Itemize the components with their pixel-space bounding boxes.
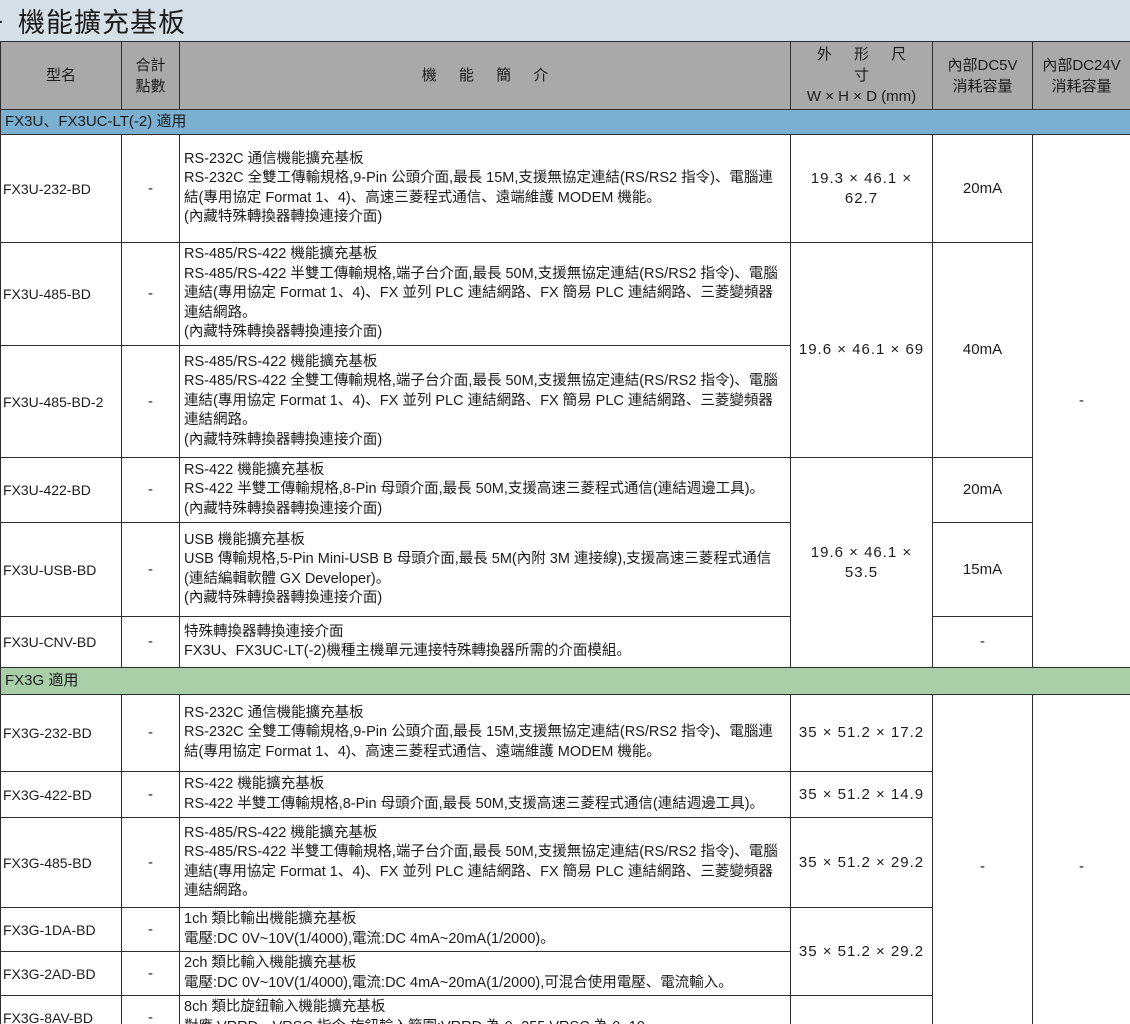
function-description: 2ch 類比輸入機能擴充基板 電壓:DC 0V~10V(1/4000),電流:D… — [180, 952, 791, 996]
table-row: FX3U-CNV-BD - 特殊轉換器轉換連接介面 FX3U、FX3UC-LT(… — [1, 617, 1130, 668]
total-points: - — [122, 458, 180, 523]
dc5v-consumption: 20mA — [933, 458, 1033, 523]
function-description: RS-485/RS-422 機能擴充基板 RS-485/RS-422 半雙工傳輸… — [180, 818, 791, 908]
function-description: RS-485/RS-422 機能擴充基板 RS-485/RS-422 全雙工傳輸… — [180, 346, 791, 458]
total-points: - — [122, 772, 180, 818]
total-points: - — [122, 135, 180, 243]
dimensions: 35 × 51.2 × 29.2 — [791, 908, 933, 996]
table-row: FX3U-USB-BD - USB 機能擴充基板 USB 傳輸規格,5-Pin … — [1, 523, 1130, 617]
total-points: - — [122, 908, 180, 952]
table-row: FX3U-485-BD - RS-485/RS-422 機能擴充基板 RS-48… — [1, 243, 1130, 346]
dc24v-consumption: - — [1033, 135, 1130, 668]
model-name: FX3G-232-BD — [1, 695, 122, 772]
total-points: - — [122, 695, 180, 772]
col-header-model: 型名 — [1, 42, 122, 110]
function-description: 特殊轉換器轉換連接介面 FX3U、FX3UC-LT(-2)機種主機單元連接特殊轉… — [180, 617, 791, 668]
dc5v-consumption: - — [933, 617, 1033, 668]
dc5v-consumption: - — [933, 695, 1033, 1024]
dimensions: 19.6 × 46.1 × 69 — [791, 243, 933, 458]
total-points: - — [122, 952, 180, 996]
title-bullet-icon: ‐ — [0, 5, 4, 36]
section-header-fx3u: FX3U、FX3UC-LT(-2) 適用 — [1, 110, 1130, 135]
function-description: USB 機能擴充基板 USB 傳輸規格,5-Pin Mini-USB B 母頭介… — [180, 523, 791, 617]
table-row: FX3U-422-BD - RS-422 機能擴充基板 RS-422 半雙工傳輸… — [1, 458, 1130, 523]
col-header-dc24v: 內部DC24V 消耗容量 — [1033, 42, 1130, 110]
total-points: - — [122, 617, 180, 668]
dimensions: 35 × 51.2 × 17.2 — [791, 695, 933, 772]
model-name: FX3U-CNV-BD — [1, 617, 122, 668]
dimensions: 19.6 × 46.1 × 53.5 — [791, 458, 933, 668]
dimensions — [791, 996, 933, 1024]
page-title: 機能擴充基板 — [18, 1, 186, 40]
function-description: RS-422 機能擴充基板 RS-422 半雙工傳輸規格,8-Pin 母頭介面,… — [180, 458, 791, 523]
col-header-dimensions: 外 形 尺 寸 W × H × D (mm) — [791, 42, 933, 110]
model-name: FX3U-422-BD — [1, 458, 122, 523]
total-points: - — [122, 996, 180, 1024]
model-name: FX3U-232-BD — [1, 135, 122, 243]
function-description: RS-232C 通信機能擴充基板 RS-232C 全雙工傳輸規格,9-Pin 公… — [180, 135, 791, 243]
col-header-points: 合計 點數 — [122, 42, 180, 110]
total-points: - — [122, 346, 180, 458]
function-description: RS-485/RS-422 機能擴充基板 RS-485/RS-422 半雙工傳輸… — [180, 243, 791, 346]
catalog-page: ‐ 機能擴充基板 型名 合計 點數 機 能 簡 介 外 形 尺 寸 W × H … — [0, 0, 1130, 1024]
table-row: FX3G-232-BD - RS-232C 通信機能擴充基板 RS-232C 全… — [1, 695, 1130, 772]
section-header-fx3g: FX3G 適用 — [1, 668, 1130, 695]
model-name: FX3U-USB-BD — [1, 523, 122, 617]
spec-table: 型名 合計 點數 機 能 簡 介 外 形 尺 寸 W × H × D (mm) … — [0, 41, 1130, 1024]
model-name: FX3U-485-BD — [1, 243, 122, 346]
function-description: 8ch 類比旋鈕輸入機能擴充基板 對應 VRRD、VRSC 指令,旋鈕輸入範圍:… — [180, 996, 791, 1024]
function-description: RS-232C 通信機能擴充基板 RS-232C 全雙工傳輸規格,9-Pin 公… — [180, 695, 791, 772]
model-name: FX3U-485-BD-2 — [1, 346, 122, 458]
dc5v-consumption: 40mA — [933, 243, 1033, 458]
total-points: - — [122, 523, 180, 617]
dc5v-consumption: 15mA — [933, 523, 1033, 617]
model-name: FX3G-8AV-BD — [1, 996, 122, 1024]
header-row: 型名 合計 點數 機 能 簡 介 外 形 尺 寸 W × H × D (mm) … — [1, 42, 1130, 110]
dc5v-consumption: 20mA — [933, 135, 1033, 243]
model-name: FX3G-2AD-BD — [1, 952, 122, 996]
function-description: RS-422 機能擴充基板 RS-422 半雙工傳輸規格,8-Pin 母頭介面,… — [180, 772, 791, 818]
function-description: 1ch 類比輸出機能擴充基板 電壓:DC 0V~10V(1/4000),電流:D… — [180, 908, 791, 952]
total-points: - — [122, 243, 180, 346]
total-points: - — [122, 818, 180, 908]
dimensions: 35 × 51.2 × 29.2 — [791, 818, 933, 908]
model-name: FX3G-422-BD — [1, 772, 122, 818]
model-name: FX3G-1DA-BD — [1, 908, 122, 952]
col-header-dc5v: 內部DC5V 消耗容量 — [933, 42, 1033, 110]
dc24v-consumption: - — [1033, 695, 1130, 1024]
dimensions: 35 × 51.2 × 14.9 — [791, 772, 933, 818]
page-title-bar: ‐ 機能擴充基板 — [0, 0, 1130, 41]
table-row: FX3U-232-BD - RS-232C 通信機能擴充基板 RS-232C 全… — [1, 135, 1130, 243]
col-header-description: 機 能 簡 介 — [180, 42, 791, 110]
dimensions: 19.3 × 46.1 × 62.7 — [791, 135, 933, 243]
model-name: FX3G-485-BD — [1, 818, 122, 908]
